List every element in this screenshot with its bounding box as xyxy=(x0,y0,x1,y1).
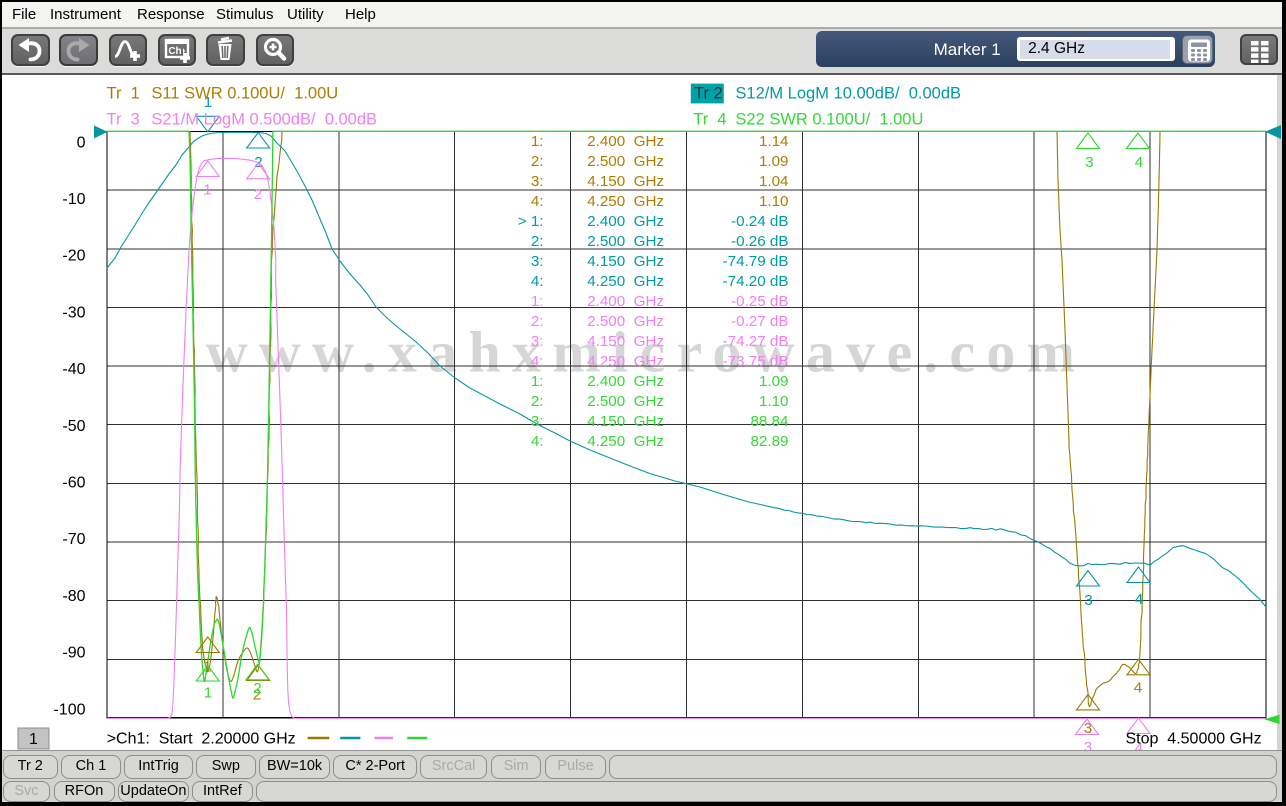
svg-text:3:: 3: xyxy=(531,173,544,190)
svg-text:2.400 GHz: 2.400 GHz xyxy=(587,293,664,310)
svg-text:1.09: 1.09 xyxy=(759,153,789,170)
svg-text:1:: 1: xyxy=(531,293,544,310)
svg-text:0: 0 xyxy=(77,134,86,151)
svg-text:-0.24 dB: -0.24 dB xyxy=(731,213,788,230)
svg-text:3:: 3: xyxy=(531,413,544,430)
svg-text:> 1:: > 1: xyxy=(518,213,544,230)
svg-text:S12/M LogM 10.00dB/ 0.00dB: S12/M LogM 10.00dB/ 0.00dB xyxy=(735,85,961,103)
svg-text:4: 4 xyxy=(1135,591,1143,608)
svg-text:-73.75 dB: -73.75 dB xyxy=(723,353,789,370)
svg-text:4.150 GHz: 4.150 GHz xyxy=(587,413,664,430)
svg-text:2.400 GHz: 2.400 GHz xyxy=(587,373,664,390)
svg-text:-90: -90 xyxy=(62,645,85,662)
svg-text:4: 4 xyxy=(1134,680,1142,697)
svg-text:2:: 2: xyxy=(531,313,544,330)
svg-text:4:: 4: xyxy=(531,193,544,210)
svg-text:-40: -40 xyxy=(62,361,85,378)
svg-text:-74.79 dB: -74.79 dB xyxy=(723,253,789,270)
svg-text:-30: -30 xyxy=(62,304,85,321)
svg-text:4.250 GHz: 4.250 GHz xyxy=(587,273,664,290)
svg-text:2.500 GHz: 2.500 GHz xyxy=(587,313,664,330)
svg-text:Tr 3: Tr 3 xyxy=(107,111,140,129)
svg-text:1: 1 xyxy=(204,685,212,702)
svg-text:4.150 GHz: 4.150 GHz xyxy=(587,253,664,270)
svg-text:S22 SWR 0.100U/ 1.00U: S22 SWR 0.100U/ 1.00U xyxy=(735,111,923,129)
svg-text:1: 1 xyxy=(203,182,211,199)
svg-text:3:: 3: xyxy=(531,253,544,270)
svg-text:4.250 GHz: 4.250 GHz xyxy=(587,193,664,210)
svg-text:4:: 4: xyxy=(531,353,544,370)
svg-text:-74.20 dB: -74.20 dB xyxy=(723,273,789,290)
svg-text:S11 SWR 0.100U/ 1.00U: S11 SWR 0.100U/ 1.00U xyxy=(151,85,338,103)
svg-text:-20: -20 xyxy=(62,248,85,265)
svg-text:-80: -80 xyxy=(62,588,85,605)
svg-text:-0.26 dB: -0.26 dB xyxy=(731,233,788,250)
svg-text:>Ch1: Start 2.20000 GHz: >Ch1: Start 2.20000 GHz xyxy=(107,731,296,748)
svg-text:1.14: 1.14 xyxy=(759,133,789,150)
svg-text:3:: 3: xyxy=(531,333,544,350)
svg-text:1: 1 xyxy=(203,659,211,676)
svg-text:3: 3 xyxy=(1085,154,1093,171)
svg-text:-70: -70 xyxy=(62,531,85,548)
svg-text:4:: 4: xyxy=(531,433,544,450)
svg-text:1:: 1: xyxy=(531,133,544,150)
svg-text:2.500 GHz: 2.500 GHz xyxy=(587,393,664,410)
svg-text:1.04: 1.04 xyxy=(759,173,789,190)
svg-text:-0.27 dB: -0.27 dB xyxy=(731,313,788,330)
svg-text:2: 2 xyxy=(254,186,262,203)
svg-text:2.500 GHz: 2.500 GHz xyxy=(587,233,664,250)
svg-text:Ch: Ch xyxy=(168,46,181,57)
svg-text:1.10: 1.10 xyxy=(759,393,789,410)
svg-text:4.250 GHz: 4.250 GHz xyxy=(587,353,664,370)
svg-text:82.89: 82.89 xyxy=(750,433,788,450)
svg-text:4:: 4: xyxy=(531,273,544,290)
svg-text:1.10: 1.10 xyxy=(759,193,789,210)
svg-text:4.150 GHz: 4.150 GHz xyxy=(587,173,664,190)
svg-text:1:: 1: xyxy=(531,373,544,390)
svg-text:2.500 GHz: 2.500 GHz xyxy=(587,153,664,170)
svg-text:S21/M LogM 0.500dB/ 0.00dB: S21/M LogM 0.500dB/ 0.00dB xyxy=(151,111,377,129)
svg-text:2:: 2: xyxy=(531,233,544,250)
svg-text:-74.27 dB: -74.27 dB xyxy=(723,333,789,350)
svg-text:Tr 4: Tr 4 xyxy=(693,111,726,129)
svg-text:-0.25 dB: -0.25 dB xyxy=(731,293,788,310)
svg-text:-60: -60 xyxy=(62,475,85,492)
svg-text:Tr 1: Tr 1 xyxy=(107,85,140,103)
svg-text:-50: -50 xyxy=(62,418,85,435)
svg-text:1: 1 xyxy=(29,731,38,748)
svg-text:2:: 2: xyxy=(531,153,544,170)
svg-text:88.84: 88.84 xyxy=(750,413,788,430)
svg-text:3: 3 xyxy=(1084,592,1092,609)
svg-text:Stop 4.50000 GHz: Stop 4.50000 GHz xyxy=(1126,731,1262,748)
svg-text:4.250 GHz: 4.250 GHz xyxy=(587,433,664,450)
svg-text:4: 4 xyxy=(1135,154,1143,171)
svg-text:2: 2 xyxy=(253,680,261,697)
svg-text:2:: 2: xyxy=(531,393,544,410)
svg-text:4.150 GHz: 4.150 GHz xyxy=(587,333,664,350)
svg-text:Tr 2: Tr 2 xyxy=(694,85,723,103)
svg-text:-10: -10 xyxy=(62,191,85,208)
svg-text:-100: -100 xyxy=(53,701,85,718)
svg-text:1.09: 1.09 xyxy=(759,373,789,390)
svg-text:2.400 GHz: 2.400 GHz xyxy=(587,213,664,230)
svg-text:2.400 GHz: 2.400 GHz xyxy=(587,133,664,150)
